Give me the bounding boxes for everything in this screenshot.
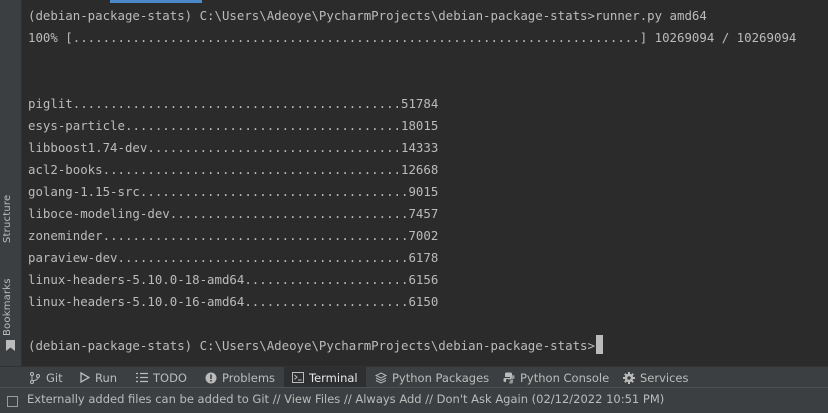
problems-tool-button[interactable]: Problems <box>205 367 275 388</box>
package-name: golang-1.15-src <box>28 184 140 199</box>
package-count: 6150 <box>408 294 439 309</box>
package-name: zoneminder <box>28 228 103 243</box>
package-count: 6178 <box>408 250 439 265</box>
package-name: linux-headers-5.10.0-18-amd64 <box>28 272 245 287</box>
python-logo-icon <box>503 372 515 383</box>
active-tab-indicator <box>110 0 202 3</box>
terminal-tool-button[interactable]: Terminal <box>284 367 366 388</box>
package-count: 7002 <box>408 228 439 243</box>
run-icon <box>80 372 90 383</box>
python-packages-label: Python Packages <box>392 370 490 385</box>
problems-info-icon <box>205 372 217 383</box>
package-count: 18015 <box>401 118 439 133</box>
python-packages-tool-button[interactable]: Python Packages <box>375 367 489 388</box>
result-row: golang-1.15-src.........................… <box>28 181 438 203</box>
left-tool-strip: Structure Bookmarks <box>0 0 22 366</box>
python-console-label: Python Console <box>520 370 610 385</box>
package-name: paraview-dev <box>28 250 118 265</box>
prompt-text: (debian-package-stats) C:\Users\Adeoye\P… <box>28 338 595 353</box>
bookmark-icon <box>6 340 15 351</box>
dot-leader: .................................... <box>139 184 409 199</box>
todo-label: TODO <box>153 370 187 385</box>
result-row: libboost1.74-dev........................… <box>28 137 438 159</box>
progress-line: 100% [..................................… <box>28 30 797 45</box>
package-count: 14333 <box>401 140 439 155</box>
services-label: Services <box>640 370 689 385</box>
result-row: piglit..................................… <box>28 93 438 115</box>
package-name: acl2-books <box>28 162 103 177</box>
status-bar: Externally added files can be added to G… <box>0 387 828 413</box>
package-name: linux-headers-5.10.0-16-amd64 <box>28 294 245 309</box>
bookmarks-label: Bookmarks <box>2 278 13 336</box>
git-branch-icon <box>30 371 40 384</box>
services-tool-button[interactable]: Services <box>623 367 689 388</box>
package-count: 6156 <box>408 272 439 287</box>
todo-list-icon <box>136 372 148 383</box>
dot-leader: ........................................… <box>72 96 401 111</box>
git-tool-button[interactable]: Git <box>29 367 63 388</box>
tool-window-bar: Git Run TODO Problems Terminal Python Pa… <box>0 366 828 388</box>
services-gear-icon <box>623 371 635 384</box>
python-console-tool-button[interactable]: Python Console <box>503 367 609 388</box>
package-name: liboce-modeling-dev <box>28 206 170 221</box>
result-row: paraview-dev............................… <box>28 247 438 269</box>
dot-leader: ...................... <box>244 272 409 287</box>
dot-leader: ................................ <box>169 206 409 221</box>
package-name: piglit <box>28 96 73 111</box>
dot-leader: ....................................... <box>117 250 409 265</box>
result-row: linux-headers-5.10.0-18-amd64...........… <box>28 269 438 291</box>
structure-label: Structure <box>2 194 13 243</box>
package-name: esys-particle <box>28 118 125 133</box>
dot-leader: ..................................... <box>124 118 401 133</box>
status-toggle-icon[interactable] <box>7 396 18 407</box>
result-row: acl2-books..............................… <box>28 159 438 181</box>
packages-layers-icon <box>375 371 387 384</box>
package-count: 7457 <box>408 206 439 221</box>
git-label: Git <box>46 370 63 385</box>
package-count: 9015 <box>408 184 439 199</box>
structure-tab[interactable]: Structure <box>2 193 19 243</box>
todo-tool-button[interactable]: TODO <box>136 367 187 388</box>
bookmarks-tab[interactable]: Bookmarks <box>2 278 19 353</box>
dot-leader: .................................. <box>147 140 401 155</box>
result-row: liboce-modeling-dev.....................… <box>28 203 438 225</box>
problems-label: Problems <box>222 370 276 385</box>
dot-leader: ...................... <box>244 294 409 309</box>
run-tool-button[interactable]: Run <box>79 367 117 388</box>
command-line: (debian-package-stats) C:\Users\Adeoye\P… <box>28 8 707 23</box>
text-cursor <box>595 335 603 354</box>
terminal-panel[interactable]: (debian-package-stats) C:\Users\Adeoye\P… <box>22 0 828 366</box>
terminal-label: Terminal <box>309 370 358 385</box>
prompt-line[interactable]: (debian-package-stats) C:\Users\Adeoye\P… <box>28 335 603 357</box>
result-row: zoneminder..............................… <box>28 225 438 247</box>
result-row: esys-particle...........................… <box>28 115 438 137</box>
package-count: 51784 <box>401 96 439 111</box>
status-message[interactable]: Externally added files can be added to G… <box>27 392 664 406</box>
result-row: linux-headers-5.10.0-16-amd64...........… <box>28 291 438 313</box>
terminal-icon <box>292 372 304 383</box>
run-label: Run <box>95 370 118 385</box>
package-count: 12668 <box>401 162 439 177</box>
dot-leader: ........................................… <box>102 228 409 243</box>
package-name: libboost1.74-dev <box>28 140 148 155</box>
dot-leader: ........................................ <box>102 162 402 177</box>
